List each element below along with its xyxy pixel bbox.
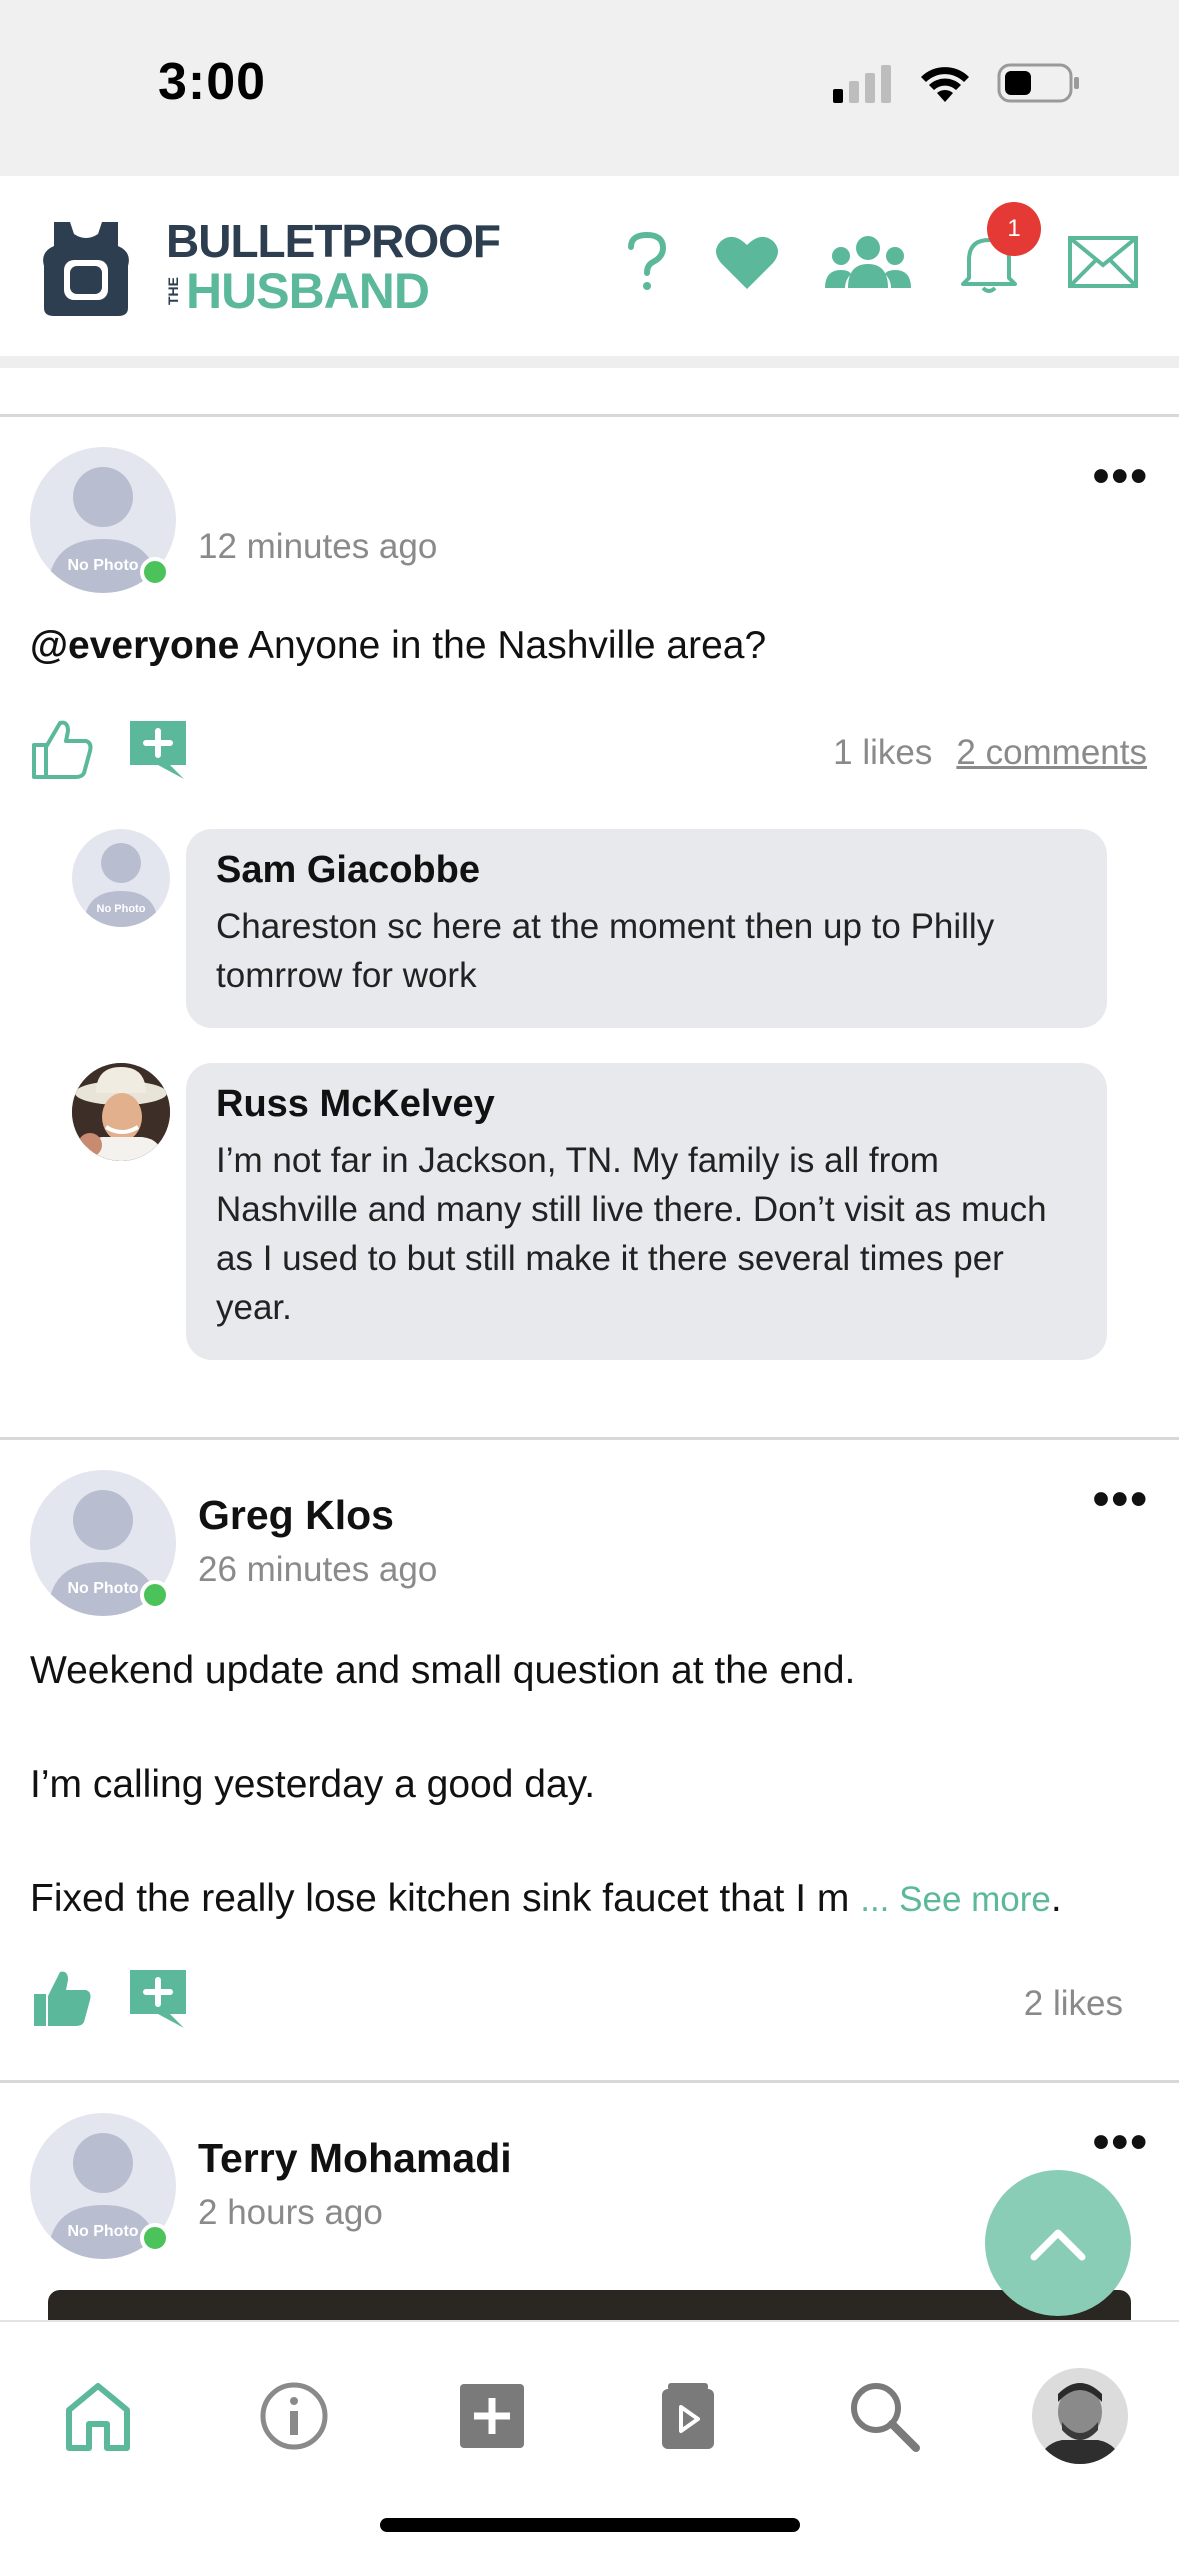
no-photo-label: No Photo bbox=[96, 903, 146, 915]
mail-icon bbox=[1068, 236, 1138, 288]
online-status-dot bbox=[140, 557, 170, 587]
app-header: BULLETPROOF THE HUSBAND 1 bbox=[0, 176, 1179, 368]
search-icon bbox=[851, 2383, 920, 2452]
likes-count[interactable]: 2 likes bbox=[1024, 1984, 1123, 2023]
post-paragraph: Weekend update and small question at the… bbox=[30, 1649, 856, 1692]
heart-icon bbox=[716, 236, 778, 289]
favorites-button[interactable] bbox=[715, 233, 779, 296]
post-author[interactable]: Greg Klos bbox=[198, 1492, 394, 1539]
post-timestamp: 12 minutes ago bbox=[198, 527, 438, 566]
comments-count-link[interactable]: 2 comments bbox=[956, 733, 1147, 772]
status-icons bbox=[833, 62, 1081, 104]
comment-avatar[interactable] bbox=[72, 1063, 170, 1161]
battery-icon bbox=[997, 63, 1079, 103]
comment-author[interactable]: Russ McKelvey bbox=[216, 1083, 1077, 1126]
online-status-dot bbox=[140, 1580, 170, 1610]
tab-create-post[interactable] bbox=[442, 2366, 542, 2466]
question-mark-icon bbox=[628, 231, 667, 290]
post-timestamp: 2 hours ago bbox=[198, 2193, 383, 2232]
logo-text-the: THE bbox=[165, 277, 181, 305]
comment-button[interactable] bbox=[128, 719, 188, 779]
notification-badge: 1 bbox=[987, 202, 1041, 256]
post-body: @everyone Anyone in the Nashville area? bbox=[30, 623, 766, 670]
feed-post: No Photo Greg Klos 26 minutes ago ••• We… bbox=[0, 1440, 1179, 2080]
post-actions bbox=[30, 1966, 188, 2030]
home-indicator bbox=[380, 2518, 800, 2532]
comment-bubble: Russ McKelvey I’m not far in Jackson, TN… bbox=[186, 1063, 1107, 1360]
see-more-link[interactable]: ... See more bbox=[860, 1880, 1051, 1919]
comment-avatar[interactable]: No Photo bbox=[72, 829, 170, 927]
post-options-button[interactable]: ••• bbox=[1093, 2119, 1149, 2167]
logo-text-bulletproof: BULLETPROOF bbox=[166, 215, 501, 267]
post-actions bbox=[30, 717, 188, 781]
info-icon bbox=[260, 2382, 328, 2450]
add-icon bbox=[460, 2384, 524, 2448]
comment-text: Chareston sc here at the moment then up … bbox=[216, 907, 995, 995]
post-paragraph: Fixed the really lose kitchen sink fauce… bbox=[30, 1876, 1062, 1923]
post-options-button[interactable]: ••• bbox=[1093, 453, 1149, 501]
messages-button[interactable] bbox=[1067, 235, 1139, 294]
notifications-button[interactable]: 1 bbox=[957, 202, 1041, 299]
comment-button[interactable] bbox=[128, 1968, 188, 2028]
tab-profile[interactable] bbox=[1030, 2366, 1130, 2466]
post-timestamp: 26 minutes ago bbox=[198, 1550, 438, 1589]
bulletproof-husband-logo[interactable]: BULLETPROOF THE HUSBAND bbox=[40, 215, 501, 319]
likes-count[interactable]: 1 likes bbox=[833, 733, 932, 772]
user-photo-avatar bbox=[72, 1063, 170, 1161]
profile-avatar bbox=[1032, 2368, 1128, 2464]
comment-bubble: Sam Giacobbe Chareston sc here at the mo… bbox=[186, 829, 1107, 1028]
post-counts: 2 likes bbox=[1024, 1984, 1123, 2024]
wifi-icon bbox=[921, 67, 969, 102]
cellular-signal-icon bbox=[833, 65, 891, 103]
logo-text-husband: HUSBAND bbox=[186, 263, 430, 319]
tab-home[interactable] bbox=[48, 2366, 148, 2466]
like-button-liked[interactable] bbox=[30, 1966, 94, 2030]
vest-logo-icon bbox=[43, 222, 129, 316]
post-counts: 1 likes 2 comments bbox=[833, 733, 1147, 773]
post-author[interactable]: Terry Mohamadi bbox=[198, 2135, 512, 2182]
groups-button[interactable] bbox=[825, 234, 911, 295]
header-actions: 1 bbox=[579, 202, 1139, 299]
library-icon bbox=[662, 2383, 714, 2449]
help-button[interactable] bbox=[625, 231, 669, 298]
post-paragraph: I’m calling yesterday a good day. bbox=[30, 1763, 596, 1806]
post-text: Anyone in the Nashville area? bbox=[239, 624, 767, 667]
tab-library[interactable] bbox=[638, 2366, 738, 2466]
home-icon bbox=[66, 2383, 130, 2451]
scroll-to-top-button[interactable] bbox=[985, 2170, 1131, 2316]
comment: No Photo Sam Giacobbe Chareston sc here … bbox=[72, 829, 1107, 1029]
comment: Russ McKelvey I’m not far in Jackson, TN… bbox=[72, 1063, 1107, 1363]
mention-everyone[interactable]: @everyone bbox=[30, 624, 239, 667]
status-bar: 3:00 bbox=[0, 0, 1179, 176]
online-status-dot bbox=[140, 2223, 170, 2253]
comment-text: I’m not far in Jackson, TN. My family is… bbox=[216, 1141, 1047, 1327]
tab-search[interactable] bbox=[834, 2366, 934, 2466]
bottom-tab-bar bbox=[0, 2320, 1179, 2556]
post-paragraph-text: Fixed the really lose kitchen sink fauce… bbox=[30, 1877, 850, 1920]
status-time: 3:00 bbox=[158, 53, 267, 111]
tab-info[interactable] bbox=[244, 2366, 344, 2466]
group-icon bbox=[825, 236, 911, 288]
feed-post: No Photo 12 minutes ago ••• @everyone An… bbox=[0, 417, 1179, 1437]
chevron-up-icon bbox=[1030, 2229, 1086, 2261]
comment-author[interactable]: Sam Giacobbe bbox=[216, 849, 1077, 892]
post-options-button[interactable]: ••• bbox=[1093, 1476, 1149, 1524]
like-button[interactable] bbox=[30, 717, 94, 781]
trailing-text: . bbox=[1050, 1877, 1062, 1920]
